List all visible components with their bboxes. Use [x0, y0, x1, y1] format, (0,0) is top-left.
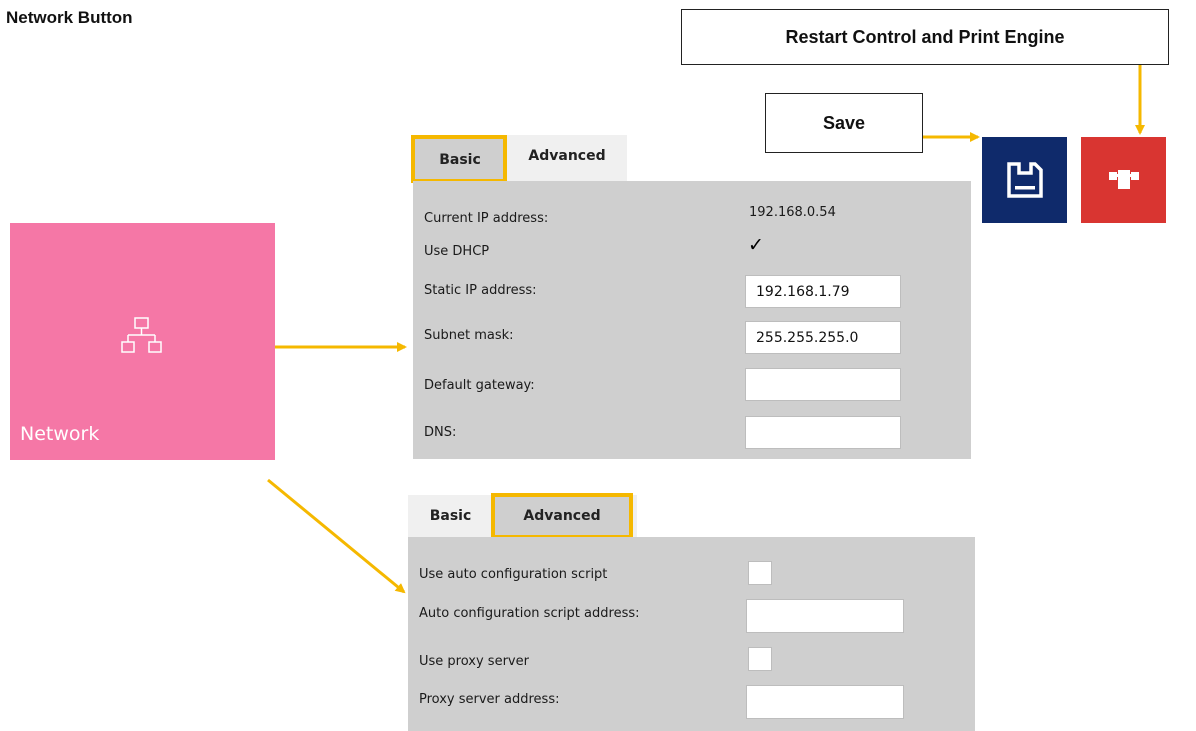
use-dhcp-label: Use DHCP	[424, 244, 490, 259]
default-gateway-label: Default gateway:	[424, 378, 535, 393]
tab-advanced[interactable]: Advanced	[507, 137, 627, 181]
dns-input[interactable]	[745, 416, 901, 449]
subnet-mask-input[interactable]: 255.255.255.0	[745, 321, 901, 354]
basic-tab-highlight	[411, 135, 507, 183]
use-dhcp-checkbox[interactable]: ✓	[748, 236, 764, 255]
advanced-tab-highlight	[491, 493, 633, 539]
default-gateway-input[interactable]	[745, 368, 901, 401]
arrow-tile-to-advanced	[267, 478, 406, 594]
auto-config-address-label: Auto configuration script address:	[419, 606, 640, 621]
proxy-address-input[interactable]	[746, 685, 904, 719]
use-auto-config-label: Use auto configuration script	[419, 567, 608, 582]
network-tile[interactable]: Network	[10, 223, 275, 460]
auto-config-address-input[interactable]	[746, 599, 904, 633]
proxy-address-label: Proxy server address:	[419, 692, 560, 707]
network-tile-label: Network	[20, 423, 100, 445]
restart-print-engine-icon	[1108, 170, 1139, 189]
current-ip-label: Current IP address:	[424, 211, 549, 226]
dns-label: DNS:	[424, 425, 457, 440]
tab-basic[interactable]: Basic	[408, 495, 493, 537]
save-button[interactable]	[982, 137, 1067, 223]
floppy-disk-icon	[1006, 162, 1043, 198]
use-auto-config-checkbox[interactable]	[748, 561, 772, 585]
use-proxy-checkbox[interactable]	[748, 647, 772, 671]
current-ip-value: 192.168.0.54	[749, 205, 836, 220]
use-proxy-label: Use proxy server	[419, 654, 529, 669]
static-ip-label: Static IP address:	[424, 283, 537, 298]
static-ip-input[interactable]: 192.168.1.79	[745, 275, 901, 308]
network-topology-icon	[121, 317, 162, 353]
subnet-mask-label: Subnet mask:	[424, 328, 514, 343]
restart-print-engine-button[interactable]	[1081, 137, 1166, 223]
